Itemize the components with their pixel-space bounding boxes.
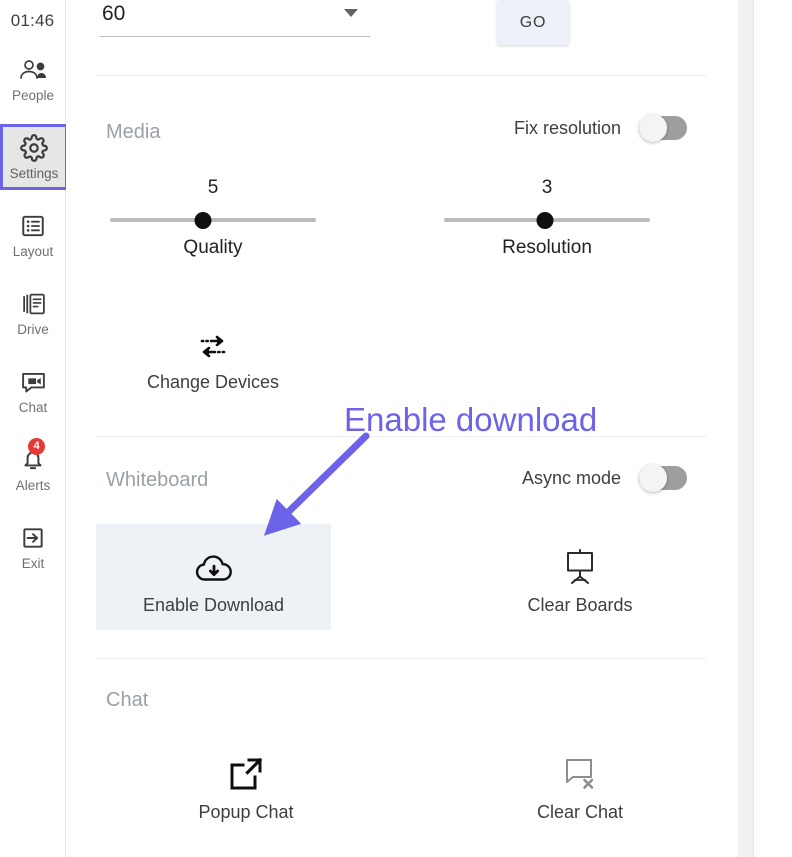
gear-icon <box>20 133 48 163</box>
clear-boards-button[interactable]: Clear Boards <box>480 524 680 630</box>
clear-boards-label: Clear Boards <box>527 594 633 615</box>
easel-icon <box>559 541 601 587</box>
duration-select[interactable]: 60 <box>100 0 370 37</box>
cloud-download-icon <box>192 541 236 587</box>
fix-resolution-row: Fix resolution <box>514 114 688 142</box>
sidebar-item-people[interactable]: People <box>0 46 66 112</box>
toggle-knob <box>639 464 668 492</box>
scroll-gutter[interactable] <box>738 0 753 857</box>
duration-select-value: 60 <box>102 2 126 25</box>
sidebar-item-drive[interactable]: Drive <box>0 280 66 346</box>
resolution-slider-group: 3 Resolution <box>444 178 650 257</box>
chat-section-title: Chat <box>106 689 149 711</box>
quality-slider-label: Quality <box>183 237 243 258</box>
go-button[interactable]: GO <box>497 0 569 45</box>
exit-icon <box>20 523 46 553</box>
people-icon <box>18 55 48 85</box>
select-underline <box>100 36 370 37</box>
open-in-new-icon <box>226 748 266 794</box>
quality-slider-value: 5 <box>207 177 219 198</box>
slider-thumb[interactable] <box>536 212 554 229</box>
resolution-slider-label: Resolution <box>502 237 592 258</box>
clock: 01:46 <box>10 11 55 30</box>
change-devices-label: Change Devices <box>146 371 280 392</box>
sidebar-item-chat[interactable]: Chat <box>0 358 66 424</box>
whiteboard-section-title: Whiteboard <box>106 469 209 491</box>
bell-icon: 4 <box>21 438 45 475</box>
async-mode-toggle[interactable] <box>639 464 688 492</box>
chat-remove-icon <box>559 748 601 794</box>
drive-icon <box>20 289 47 319</box>
sidebar-item-settings[interactable]: Settings <box>0 124 68 190</box>
resolution-slider-value: 3 <box>541 177 553 198</box>
enable-download-label: Enable Download <box>142 594 285 615</box>
divider-chat <box>96 658 706 659</box>
settings-panel-screen: 01:46 People Settings Layout Drive Chat … <box>0 0 792 857</box>
sidebar-item-alerts[interactable]: 4 Alerts <box>0 436 66 502</box>
sidebar-item-label: Drive <box>17 322 49 338</box>
chevron-down-icon <box>344 9 358 17</box>
change-devices-button[interactable]: Change Devices <box>146 312 280 396</box>
annotation-label: Enable download <box>344 401 598 438</box>
media-section-title: Media <box>106 121 161 143</box>
sidebar-item-label: Layout <box>12 244 54 260</box>
layout-icon <box>20 211 46 241</box>
sidebar-item-label: Alerts <box>15 478 51 494</box>
slider-thumb[interactable] <box>194 212 212 229</box>
async-mode-row: Async mode <box>522 464 688 492</box>
divider-top <box>96 75 706 76</box>
popup-chat-label: Popup Chat <box>198 801 294 822</box>
sidebar-item-label: People <box>11 88 55 104</box>
resolution-slider[interactable] <box>444 211 650 229</box>
fix-resolution-toggle[interactable] <box>639 114 688 142</box>
quality-slider[interactable] <box>110 211 316 229</box>
clear-chat-button[interactable]: Clear Chat <box>480 736 680 832</box>
fix-resolution-label: Fix resolution <box>514 117 622 138</box>
clear-chat-label: Clear Chat <box>536 801 624 822</box>
sidebar-item-label: Exit <box>21 556 45 572</box>
async-mode-label: Async mode <box>522 467 622 488</box>
sidebar-item-label: Settings <box>9 166 59 182</box>
left-nav-sidebar: 01:46 People Settings Layout Drive Chat … <box>0 0 68 857</box>
panel-divider <box>753 0 754 857</box>
toggle-knob <box>639 114 668 142</box>
popup-chat-button[interactable]: Popup Chat <box>146 736 346 832</box>
enable-download-button[interactable]: Enable Download <box>96 524 331 630</box>
sidebar-item-exit[interactable]: Exit <box>0 514 66 580</box>
sidebar-item-layout[interactable]: Layout <box>0 202 66 268</box>
swap-arrows-icon <box>193 318 233 364</box>
sidebar-item-label: Chat <box>18 400 48 416</box>
chat-icon <box>20 367 47 397</box>
quality-slider-group: 5 Quality <box>110 178 316 257</box>
slider-track <box>110 218 316 222</box>
